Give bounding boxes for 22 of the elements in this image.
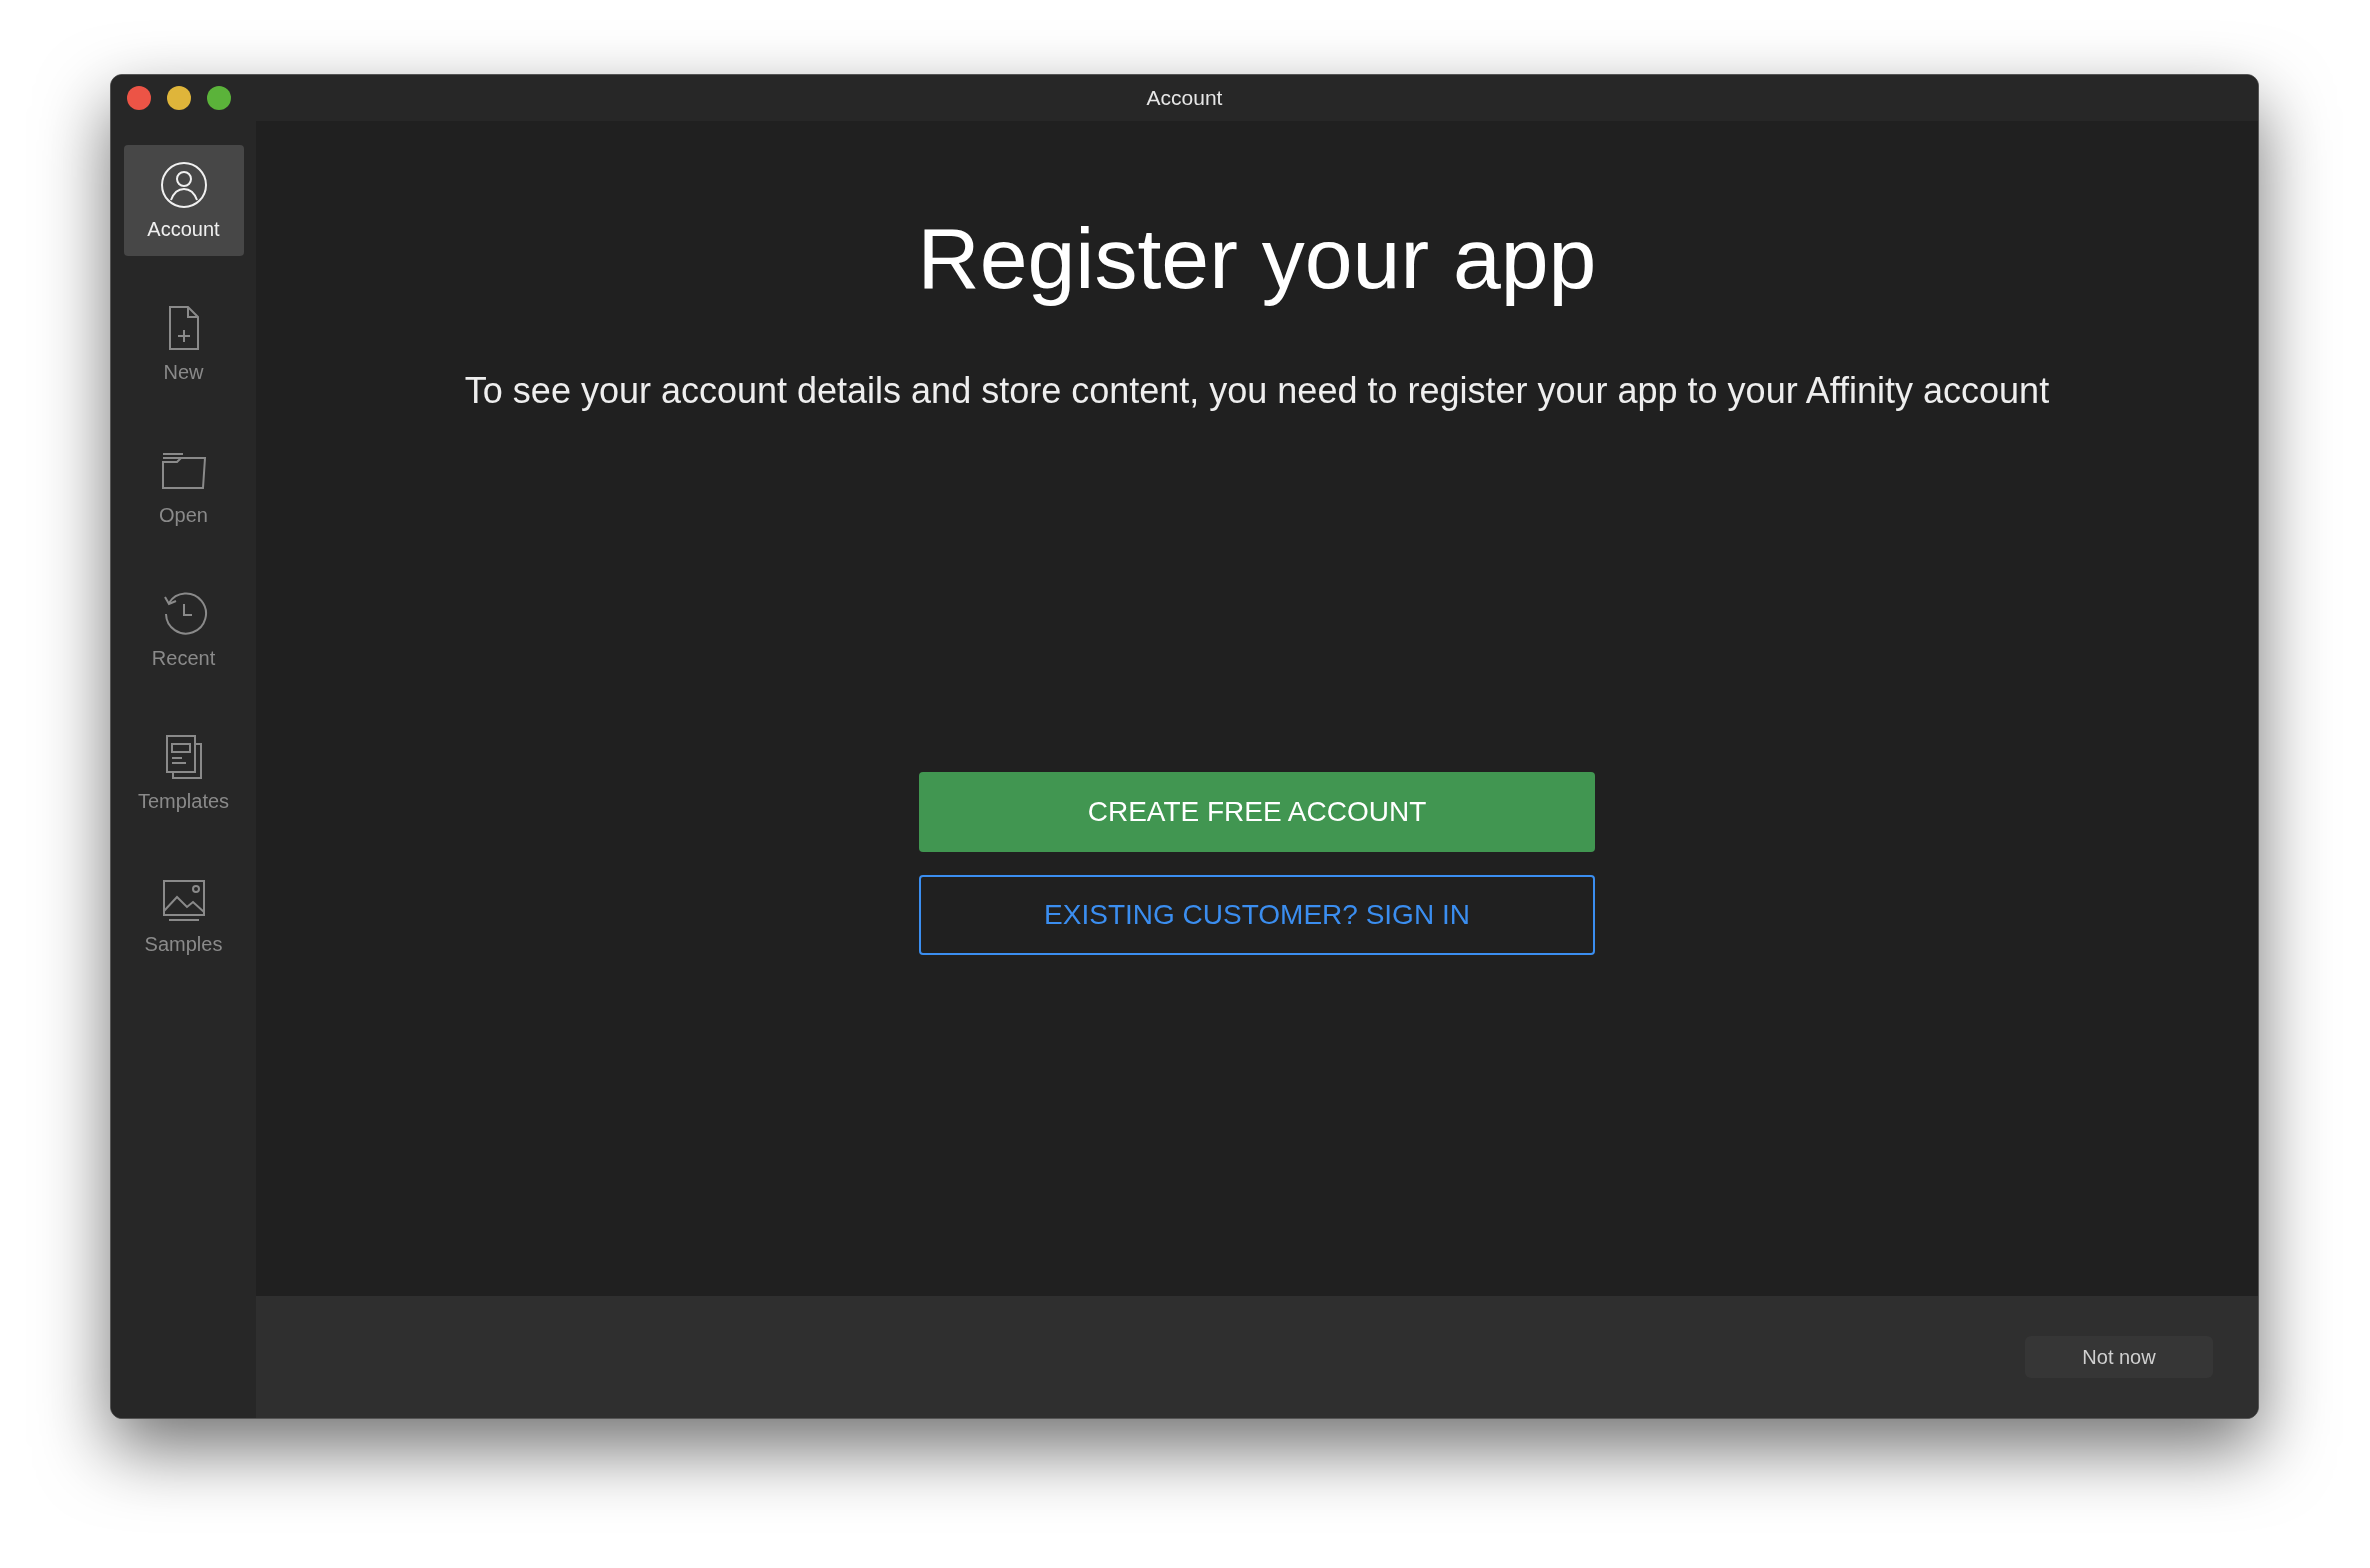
- sidebar-item-label: Templates: [137, 790, 230, 813]
- sidebar-item[interactable]: Open: [123, 431, 244, 542]
- sidebar-item[interactable]: Templates: [123, 717, 244, 828]
- zoom-button[interactable]: [207, 86, 231, 110]
- sidebar-item[interactable]: Account: [123, 145, 244, 256]
- sidebar-item-label: Account: [147, 218, 220, 241]
- sidebar-item[interactable]: Samples: [123, 860, 244, 971]
- create-account-button[interactable]: CREATE FREE ACCOUNT: [919, 772, 1595, 852]
- sidebar-item-label: New: [163, 361, 204, 384]
- minimize-button[interactable]: [167, 86, 191, 110]
- sidebar-item-label: Recent: [151, 647, 216, 670]
- sidebar-item[interactable]: Recent: [123, 574, 244, 685]
- not-now-button[interactable]: Not now: [2025, 1336, 2213, 1378]
- sidebar-item-label: Samples: [144, 933, 223, 956]
- window-title: Account: [1146, 86, 1223, 110]
- message: To see your account details and store content, you need to register your app to your Affinity account: [464, 370, 2050, 412]
- close-button[interactable]: [127, 86, 151, 110]
- sidebar-item[interactable]: New: [123, 288, 244, 399]
- user-icon: [158, 160, 209, 210]
- heading: Register your app: [917, 209, 1597, 308]
- sidebar-item-label: Open: [159, 504, 208, 527]
- sign-in-button[interactable]: EXISTING CUSTOMER? SIGN IN: [919, 875, 1595, 955]
